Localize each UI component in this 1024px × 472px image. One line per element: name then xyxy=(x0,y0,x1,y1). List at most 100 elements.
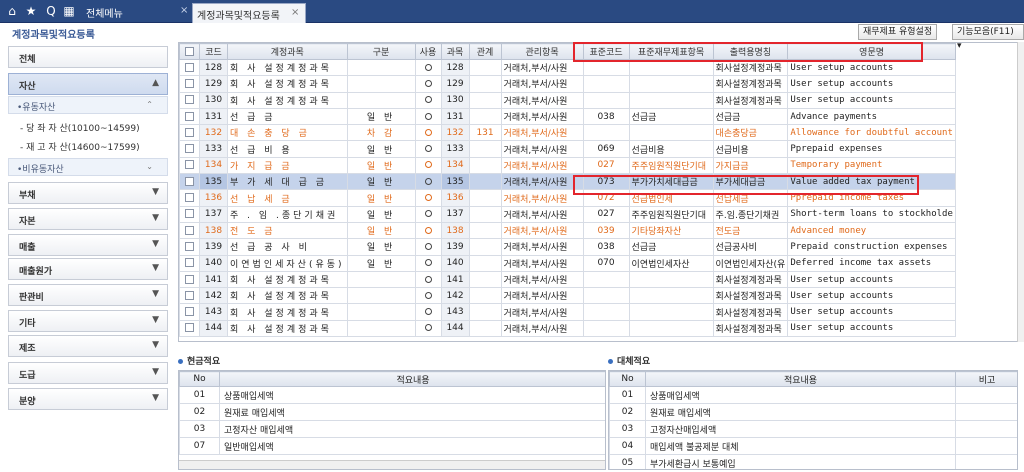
cell-type[interactable] xyxy=(346,58,416,77)
table-row[interactable]: 131 선 급 금일 반 131 거래처,부서/사원 038 선급금 선급금 Advance … xyxy=(179,107,956,126)
col-header-no[interactable]: No xyxy=(609,371,646,387)
row-checkbox[interactable] xyxy=(185,274,194,284)
cell-std-code[interactable] xyxy=(582,270,630,289)
cell-relation[interactable] xyxy=(468,156,502,175)
cell-type[interactable] xyxy=(346,319,416,338)
cell-english-name[interactable]: User setup accounts xyxy=(787,91,956,109)
table-row[interactable]: 142 회 사 설정계정과목 142 거래처,부서/사원 회사설정계정과목 User se… xyxy=(179,287,956,305)
cell-subject[interactable]: 138 xyxy=(440,221,470,240)
row-checkbox-cell[interactable] xyxy=(179,107,200,126)
cell-use[interactable] xyxy=(414,124,442,142)
sidebar-item[interactable]: 자본 ▼ xyxy=(8,208,168,230)
row-checkbox[interactable] xyxy=(185,111,194,121)
cell-std-item[interactable]: 주주임원직원단기대 xyxy=(628,156,714,175)
col-header-std-code[interactable]: 표준코드 xyxy=(582,43,630,60)
cell-output-name[interactable]: 대손충당금 xyxy=(712,124,789,142)
sidebar-item[interactable]: 도급 ▼ xyxy=(8,362,168,384)
table-row[interactable]: 01 상품매입세액 xyxy=(179,386,605,404)
sidebar-item[interactable]: 제조 ▼ xyxy=(8,335,168,357)
cell-std-code[interactable]: 038 xyxy=(582,107,630,126)
cell-std-item[interactable] xyxy=(628,287,714,305)
col-header-std-item[interactable]: 표준재무제표항목 xyxy=(628,43,714,60)
cell-code[interactable]: 144 xyxy=(199,319,228,338)
cell-use[interactable] xyxy=(414,156,442,175)
cell-std-item[interactable]: 선급금 xyxy=(628,107,714,126)
cell-no[interactable]: 07 xyxy=(179,437,220,455)
cell-output-name[interactable]: 선급금 xyxy=(712,107,789,126)
cell-management[interactable]: 거래처,부서/사원 xyxy=(500,140,584,158)
cell-output-name[interactable]: 가지급금 xyxy=(712,156,789,175)
cell-account-name[interactable]: 부 가 세 대 급 금 xyxy=(227,173,348,191)
table-row[interactable]: 135 부 가 세 대 급 금일 반 135 거래처,부서/사원 073 부가가치세대급금… xyxy=(179,173,956,191)
cell-use[interactable] xyxy=(414,238,442,256)
sidebar-sub-current-assets[interactable]: •유동자산 ⌃ xyxy=(8,96,168,114)
cell-account-name[interactable]: 회 사 설정계정과목 xyxy=(227,58,348,77)
cell-no[interactable]: 01 xyxy=(179,386,220,404)
col-header-use[interactable]: 사용 xyxy=(414,43,442,60)
cell-relation[interactable] xyxy=(468,189,502,207)
cell-account-name[interactable]: 회 사 설정계정과목 xyxy=(227,75,348,93)
cell-output-name[interactable]: 선급비용 xyxy=(712,140,789,158)
cell-std-item[interactable] xyxy=(628,91,714,109)
col-header-code[interactable]: 코드 xyxy=(199,43,228,60)
sidebar-item-assets[interactable]: 자산 ▲ xyxy=(8,73,168,95)
sidebar-item-all[interactable]: 전체 xyxy=(8,46,168,68)
close-icon[interactable]: × xyxy=(180,5,188,16)
cell-subject[interactable]: 129 xyxy=(440,75,470,93)
cell-relation[interactable] xyxy=(468,319,502,338)
function-collection-button[interactable]: 기능모음(F11) ▾ xyxy=(952,24,1024,51)
cell-no[interactable]: 02 xyxy=(179,403,220,421)
table-row[interactable]: 138 전 도 금일 반 138 거래처,부서/사원 039 기타당좌자산 전도금 Advan… xyxy=(179,221,956,240)
cell-note[interactable] xyxy=(955,454,1017,469)
row-checkbox[interactable] xyxy=(185,78,194,88)
select-all-checkbox[interactable] xyxy=(185,46,194,56)
cell-code[interactable]: 142 xyxy=(199,287,228,305)
cell-account-name[interactable]: 선 급 공 사 비 xyxy=(227,238,348,256)
search-icon[interactable]: Q xyxy=(44,4,58,18)
cell-std-item[interactable] xyxy=(628,319,714,338)
cell-account-name[interactable]: 회 사 설정계정과목 xyxy=(227,319,348,338)
cell-std-code[interactable]: 069 xyxy=(582,140,630,158)
cell-account-name[interactable]: 선 급 비 용 xyxy=(227,140,348,158)
cell-output-name[interactable]: 회사설정계정과목 xyxy=(712,58,789,77)
grid-vertical-scrollbar[interactable] xyxy=(1017,42,1024,342)
cell-no[interactable]: 02 xyxy=(609,403,646,421)
cell-std-item[interactable] xyxy=(628,303,714,321)
row-checkbox-cell[interactable] xyxy=(179,205,200,223)
sidebar-item[interactable]: 매출원가 ▼ xyxy=(8,258,168,280)
col-header-note[interactable]: 비고 xyxy=(955,371,1017,387)
row-checkbox-cell[interactable] xyxy=(179,270,200,289)
cell-subject[interactable]: 139 xyxy=(440,238,470,256)
cell-output-name[interactable]: 회사설정계정과목 xyxy=(712,75,789,93)
cell-code[interactable]: 135 xyxy=(199,173,228,191)
cell-std-item[interactable] xyxy=(628,270,714,289)
sidebar-leaf-quick-assets[interactable]: - 당 좌 자 산(10100~14599) xyxy=(8,118,168,136)
row-checkbox-cell[interactable] xyxy=(179,238,200,256)
col-header-memo[interactable]: 적요내용 xyxy=(219,371,605,387)
cell-std-item[interactable] xyxy=(628,75,714,93)
cell-std-item[interactable]: 선급법인세 xyxy=(628,189,714,207)
cell-management[interactable]: 거래처,부서/사원 xyxy=(500,91,584,109)
table-row[interactable]: 140 이연법인세자산(유동) 일 반 140 거래처,부서/사원 070 이연법인세자산 이… xyxy=(179,254,956,272)
sidebar-item[interactable]: 매출 ▼ xyxy=(8,234,168,256)
cell-english-name[interactable]: User setup accounts xyxy=(787,319,956,338)
cell-output-name[interactable]: 전도금 xyxy=(712,221,789,240)
col-header-no[interactable]: No xyxy=(179,371,220,387)
table-row[interactable]: 133 선 급 비 용일 반 133 거래처,부서/사원 069 선급비용 선급비용 Ppre… xyxy=(179,140,956,158)
row-checkbox[interactable] xyxy=(185,307,194,317)
col-header-memo[interactable]: 적요내용 xyxy=(645,371,956,387)
cell-type[interactable]: 일 반 xyxy=(346,221,416,240)
report-type-button[interactable]: 재무제표 유형설정 xyxy=(858,24,938,40)
cell-std-code[interactable]: 027 xyxy=(582,205,630,223)
row-checkbox[interactable] xyxy=(185,176,194,186)
table-row[interactable]: 134 가 지 급 금일 반 134 거래처,부서/사원 027 주주임원직원단기대 가지급… xyxy=(179,156,956,175)
cell-type[interactable]: 일 반 xyxy=(346,140,416,158)
cell-code[interactable]: 131 xyxy=(199,107,228,126)
cell-code[interactable]: 141 xyxy=(199,270,228,289)
cell-english-name[interactable]: Deferred income tax assets xyxy=(787,254,956,272)
cell-std-code[interactable]: 070 xyxy=(582,254,630,272)
star-icon[interactable]: ★ xyxy=(24,4,38,18)
cell-std-item[interactable] xyxy=(628,124,714,142)
cell-relation[interactable] xyxy=(468,287,502,305)
cell-management[interactable]: 거래처,부서/사원 xyxy=(500,238,584,256)
